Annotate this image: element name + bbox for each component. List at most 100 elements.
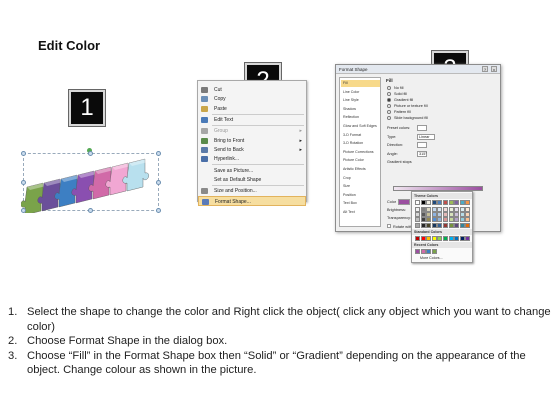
theme-shade-swatch[interactable] [431,206,437,212]
standard-color-swatch[interactable] [448,236,454,241]
help-icon[interactable]: ? [482,66,488,72]
theme-shade-swatch[interactable] [426,211,432,217]
standard-color-swatch[interactable] [459,236,465,241]
resize-handle[interactable] [88,151,93,156]
theme-shade-swatch[interactable] [459,206,465,212]
context-menu-item[interactable]: Hyperlink... [198,154,306,164]
theme-color-swatch[interactable] [448,200,454,205]
theme-shade-swatch[interactable] [426,222,432,228]
theme-shade-swatch[interactable] [420,206,426,212]
fill-option-radio[interactable] [387,92,391,96]
resize-handle[interactable] [21,180,26,185]
theme-shade-swatch[interactable] [448,222,454,228]
resize-handle[interactable] [88,208,93,213]
puzzle-shape[interactable] [21,151,161,213]
resize-handle[interactable] [21,151,26,156]
recent-color-swatch[interactable] [431,249,437,254]
theme-shade-swatch[interactable] [415,222,420,228]
theme-shade-swatch[interactable] [426,217,432,223]
theme-shade-swatch[interactable] [437,217,443,223]
context-menu-item[interactable]: Format Shape... [198,195,306,206]
standard-color-swatch[interactable] [420,236,426,241]
theme-color-swatch[interactable] [431,200,437,205]
theme-shade-swatch[interactable] [454,222,460,228]
theme-color-swatch[interactable] [426,200,432,205]
theme-color-swatch[interactable] [454,200,460,205]
theme-color-swatch[interactable] [465,200,471,205]
category-item[interactable]: Artistic Effects [341,166,380,173]
theme-shade-swatch[interactable] [437,211,443,217]
recent-color-swatch[interactable] [426,249,432,254]
color-dropdown-button[interactable] [398,198,410,205]
fill-option-radio[interactable] [387,116,391,120]
theme-shade-swatch[interactable] [420,217,426,223]
category-item[interactable]: Picture Color [341,157,380,164]
theme-shade-swatch[interactable] [454,206,460,212]
field-dropdown[interactable] [417,125,427,131]
theme-shade-swatch[interactable] [459,222,465,228]
theme-shade-swatch[interactable] [415,211,420,217]
theme-color-swatch[interactable] [443,200,448,205]
standard-color-swatch[interactable] [465,236,471,241]
category-item[interactable]: Size [341,183,380,190]
theme-shade-swatch[interactable] [443,206,448,212]
context-menu-item[interactable]: Edit Text [198,115,306,125]
more-colors-link[interactable]: More Colors... [420,256,443,260]
theme-shade-swatch[interactable] [437,206,443,212]
theme-shade-swatch[interactable] [431,211,437,217]
field-dropdown[interactable] [417,142,427,148]
theme-shade-swatch[interactable] [415,217,420,223]
theme-shade-swatch[interactable] [459,217,465,223]
standard-color-swatch[interactable] [415,236,420,241]
theme-shade-swatch[interactable] [448,211,454,217]
fill-option-radio[interactable] [387,86,391,90]
theme-shade-swatch[interactable] [465,217,471,223]
resize-handle[interactable] [156,180,161,185]
theme-color-swatch[interactable] [459,200,465,205]
close-icon[interactable]: x [491,66,497,72]
theme-shade-swatch[interactable] [437,222,443,228]
fill-option-radio[interactable] [387,104,391,108]
category-item[interactable]: Text Box [341,200,380,207]
fill-option-radio[interactable] [387,98,391,102]
resize-handle[interactable] [156,208,161,213]
theme-shade-swatch[interactable] [448,206,454,212]
theme-shade-swatch[interactable] [415,206,420,212]
standard-color-swatch[interactable] [426,236,432,241]
theme-color-swatch[interactable] [437,200,443,205]
resize-handle[interactable] [21,208,26,213]
theme-shade-swatch[interactable] [420,222,426,228]
field-dropdown[interactable]: Linear [417,133,435,140]
theme-shade-swatch[interactable] [448,217,454,223]
category-item[interactable]: Glow and Soft Edges [341,123,380,130]
field-dropdown[interactable]: 315° [417,150,427,157]
resize-handle[interactable] [156,151,161,156]
standard-color-swatch[interactable] [443,236,448,241]
context-menu-item[interactable]: Paste [198,104,306,114]
theme-color-swatch[interactable] [420,200,426,205]
theme-shade-swatch[interactable] [420,211,426,217]
category-item[interactable]: Picture Corrections [341,149,380,156]
theme-shade-swatch[interactable] [443,222,448,228]
context-menu-item[interactable]: Set as Default Shape [198,175,306,185]
category-item[interactable]: Position [341,192,380,199]
recent-color-swatch[interactable] [415,249,420,254]
category-item[interactable]: Line Style [341,97,380,104]
category-item[interactable]: Reflection [341,114,380,121]
theme-shade-swatch[interactable] [431,222,437,228]
category-item[interactable]: Line Color [341,89,380,96]
theme-shade-swatch[interactable] [465,211,471,217]
theme-shade-swatch[interactable] [465,206,471,212]
theme-shade-swatch[interactable] [426,206,432,212]
theme-shade-swatch[interactable] [454,211,460,217]
category-item[interactable]: Shadow [341,106,380,113]
standard-color-swatch[interactable] [437,236,443,241]
category-item[interactable]: Crop [341,175,380,182]
recent-color-swatch[interactable] [420,249,426,254]
theme-color-swatch[interactable] [415,200,420,205]
category-item[interactable]: 3-D Rotation [341,140,380,147]
category-item[interactable]: 3-D Format [341,132,380,139]
standard-color-swatch[interactable] [454,236,460,241]
standard-color-swatch[interactable] [431,236,437,241]
category-item[interactable]: Alt Text [341,209,380,216]
